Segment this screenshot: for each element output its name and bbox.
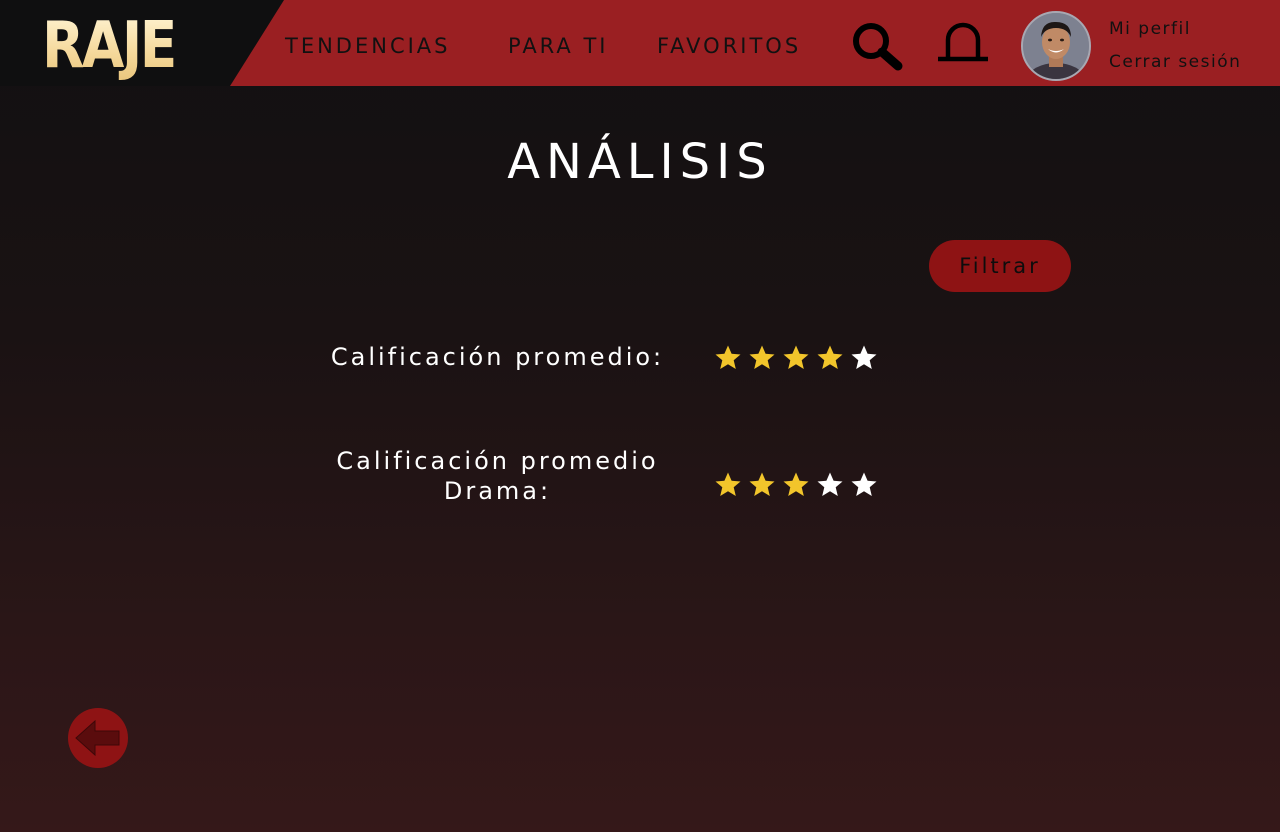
star-filled-icon — [714, 344, 742, 371]
star-empty-icon — [850, 471, 878, 498]
nav-for-you[interactable]: PARA TI — [508, 30, 609, 62]
nav-trending[interactable]: TENDENCIAS — [285, 30, 451, 62]
bell-icon[interactable] — [936, 22, 990, 64]
drama-rating-stars — [714, 471, 878, 498]
star-empty-icon — [816, 471, 844, 498]
filter-button[interactable]: Filtrar — [929, 240, 1071, 292]
star-filled-icon — [748, 344, 776, 371]
my-profile-link[interactable]: Mi perfil — [1109, 19, 1191, 39]
average-rating-stars — [714, 344, 878, 371]
star-filled-icon — [782, 344, 810, 371]
top-nav-bar: RAJE TENDENCIAS PARA TI FAVORITOS Mi per… — [0, 0, 1280, 86]
arrow-left-icon[interactable] — [67, 707, 129, 769]
logout-link[interactable]: Cerrar sesión — [1109, 52, 1241, 72]
user-avatar[interactable] — [1021, 11, 1091, 81]
star-filled-icon — [714, 471, 742, 498]
star-filled-icon — [748, 471, 776, 498]
average-rating-label: Calificación promedio: — [330, 343, 665, 371]
nav-favorites[interactable]: FAVORITOS — [657, 30, 801, 62]
drama-rating-label: Calificación promedio Drama: — [336, 447, 659, 505]
star-filled-icon — [816, 344, 844, 371]
search-icon[interactable] — [850, 20, 904, 72]
star-empty-icon — [850, 344, 878, 371]
star-filled-icon — [782, 471, 810, 498]
page-title: ANÁLISIS — [507, 134, 773, 190]
raje-logo[interactable]: RAJE — [42, 8, 177, 84]
